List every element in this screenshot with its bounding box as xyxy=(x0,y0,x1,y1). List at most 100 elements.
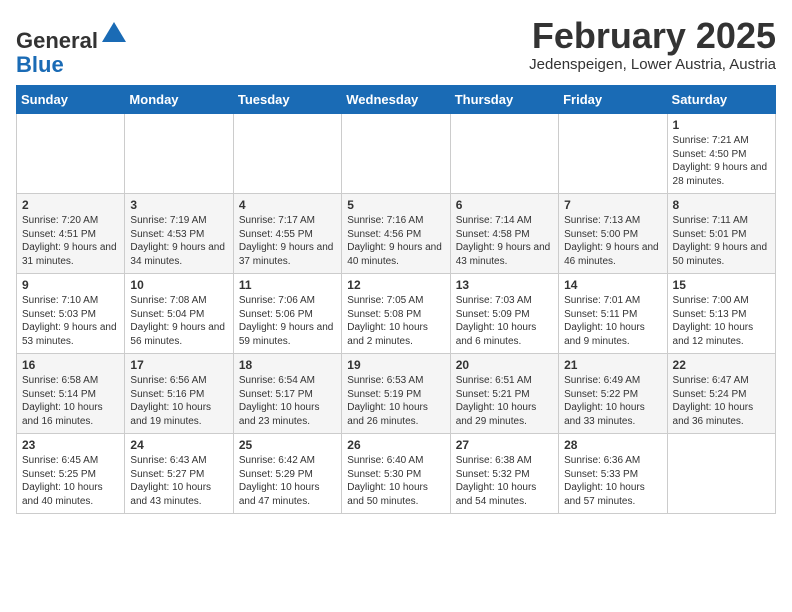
day-number: 2 xyxy=(22,198,119,212)
weekday-header-tuesday: Tuesday xyxy=(233,86,341,114)
day-number: 16 xyxy=(22,358,119,372)
day-number: 4 xyxy=(239,198,336,212)
day-info: Sunrise: 7:08 AM Sunset: 5:04 PM Dayligh… xyxy=(130,294,227,348)
day-info: Sunrise: 7:05 AM Sunset: 5:08 PM Dayligh… xyxy=(347,294,444,348)
day-number: 12 xyxy=(347,278,444,292)
calendar-cell: 16 Sunrise: 6:58 AM Sunset: 5:14 PM Dayli… xyxy=(17,354,125,434)
day-number: 6 xyxy=(456,198,553,212)
calendar-cell: 8Sunrise: 7:11 AM Sunset: 5:01 PM Daylig… xyxy=(667,194,775,274)
day-number: 21 xyxy=(564,358,661,372)
calendar-cell: 3Sunrise: 7:19 AM Sunset: 4:53 PM Daylig… xyxy=(125,194,233,274)
day-info: Sunrise: 7:06 AM Sunset: 5:06 PM Dayligh… xyxy=(239,294,336,348)
calendar-cell: 23Sunrise: 6:45 AM Sunset: 5:25 PM Dayli… xyxy=(17,434,125,514)
calendar-cell: 22 Sunrise: 6:47 AM Sunset: 5:24 PM Dayli… xyxy=(667,354,775,434)
day-number: 13 xyxy=(456,278,553,292)
day-info: Sunrise: 6:42 AM Sunset: 5:29 PM Dayligh… xyxy=(239,454,336,508)
calendar-cell xyxy=(559,114,667,194)
day-number: 28 xyxy=(564,438,661,452)
title-section: February 2025 Jedenspeigen, Lower Austri… xyxy=(529,16,776,73)
calendar-cell: 28 Sunrise: 6:36 AM Sunset: 5:33 PM Dayli… xyxy=(559,434,667,514)
week-row-3: 9Sunrise: 7:10 AM Sunset: 5:03 PM Daylig… xyxy=(17,274,776,354)
day-info: Sunrise: 7:13 AM Sunset: 5:00 PM Dayligh… xyxy=(564,214,661,268)
week-row-5: 23Sunrise: 6:45 AM Sunset: 5:25 PM Dayli… xyxy=(17,434,776,514)
calendar-cell xyxy=(233,114,341,194)
day-info: Sunrise: 7:21 AM Sunset: 4:50 PM Dayligh… xyxy=(673,134,770,188)
calendar-cell: 17 Sunrise: 6:56 AM Sunset: 5:16 PM Dayli… xyxy=(125,354,233,434)
day-info: Sunrise: 7:14 AM Sunset: 4:58 PM Dayligh… xyxy=(456,214,553,268)
calendar-cell: 26 Sunrise: 6:40 AM Sunset: 5:30 PM Dayli… xyxy=(342,434,450,514)
day-number: 25 xyxy=(239,438,336,452)
calendar-cell: 2 Sunrise: 7:20 AM Sunset: 4:51 PM Daylig… xyxy=(17,194,125,274)
weekday-header-friday: Friday xyxy=(559,86,667,114)
calendar-cell xyxy=(17,114,125,194)
day-number: 8 xyxy=(673,198,770,212)
calendar-cell xyxy=(450,114,558,194)
calendar-cell: 5 Sunrise: 7:16 AM Sunset: 4:56 PM Daylig… xyxy=(342,194,450,274)
day-number: 24 xyxy=(130,438,227,452)
calendar-cell: 11 Sunrise: 7:06 AM Sunset: 5:06 PM Dayli… xyxy=(233,274,341,354)
day-number: 22 xyxy=(673,358,770,372)
day-number: 17 xyxy=(130,358,227,372)
weekday-header-monday: Monday xyxy=(125,86,233,114)
calendar-cell: 13 Sunrise: 7:03 AM Sunset: 5:09 PM Dayli… xyxy=(450,274,558,354)
calendar-table: SundayMondayTuesdayWednesdayThursdayFrid… xyxy=(16,85,776,514)
logo-blue-text: Blue xyxy=(16,52,64,77)
day-number: 9 xyxy=(22,278,119,292)
calendar-cell: 27 Sunrise: 6:38 AM Sunset: 5:32 PM Dayli… xyxy=(450,434,558,514)
calendar-cell: 25 Sunrise: 6:42 AM Sunset: 5:29 PM Dayli… xyxy=(233,434,341,514)
day-number: 20 xyxy=(456,358,553,372)
day-info: Sunrise: 7:20 AM Sunset: 4:51 PM Dayligh… xyxy=(22,214,119,268)
day-info: Sunrise: 6:38 AM Sunset: 5:32 PM Dayligh… xyxy=(456,454,553,508)
day-info: Sunrise: 7:16 AM Sunset: 4:56 PM Dayligh… xyxy=(347,214,444,268)
week-row-2: 2 Sunrise: 7:20 AM Sunset: 4:51 PM Daylig… xyxy=(17,194,776,274)
day-number: 26 xyxy=(347,438,444,452)
weekday-header-sunday: Sunday xyxy=(17,86,125,114)
day-number: 10 xyxy=(130,278,227,292)
calendar-cell: 12 Sunrise: 7:05 AM Sunset: 5:08 PM Dayli… xyxy=(342,274,450,354)
day-info: Sunrise: 6:47 AM Sunset: 5:24 PM Dayligh… xyxy=(673,374,770,428)
weekday-header-thursday: Thursday xyxy=(450,86,558,114)
day-number: 23 xyxy=(22,438,119,452)
calendar-cell: 10 Sunrise: 7:08 AM Sunset: 5:04 PM Dayli… xyxy=(125,274,233,354)
calendar-cell: 19 Sunrise: 6:53 AM Sunset: 5:19 PM Dayli… xyxy=(342,354,450,434)
day-number: 18 xyxy=(239,358,336,372)
day-number: 15 xyxy=(673,278,770,292)
day-info: Sunrise: 6:56 AM Sunset: 5:16 PM Dayligh… xyxy=(130,374,227,428)
calendar-cell: 7 Sunrise: 7:13 AM Sunset: 5:00 PM Daylig… xyxy=(559,194,667,274)
day-number: 3 xyxy=(130,198,227,212)
day-info: Sunrise: 6:49 AM Sunset: 5:22 PM Dayligh… xyxy=(564,374,661,428)
day-info: Sunrise: 6:58 AM Sunset: 5:14 PM Dayligh… xyxy=(22,374,119,428)
day-info: Sunrise: 6:51 AM Sunset: 5:21 PM Dayligh… xyxy=(456,374,553,428)
calendar-cell: 18Sunrise: 6:54 AM Sunset: 5:17 PM Dayli… xyxy=(233,354,341,434)
day-number: 27 xyxy=(456,438,553,452)
month-title: February 2025 xyxy=(529,16,776,56)
day-number: 14 xyxy=(564,278,661,292)
day-number: 5 xyxy=(347,198,444,212)
day-info: Sunrise: 6:36 AM Sunset: 5:33 PM Dayligh… xyxy=(564,454,661,508)
day-info: Sunrise: 6:40 AM Sunset: 5:30 PM Dayligh… xyxy=(347,454,444,508)
weekday-header-row: SundayMondayTuesdayWednesdayThursdayFrid… xyxy=(17,86,776,114)
weekday-header-wednesday: Wednesday xyxy=(342,86,450,114)
calendar-cell: 1Sunrise: 7:21 AM Sunset: 4:50 PM Daylig… xyxy=(667,114,775,194)
calendar-cell: 6 Sunrise: 7:14 AM Sunset: 4:58 PM Daylig… xyxy=(450,194,558,274)
weekday-header-saturday: Saturday xyxy=(667,86,775,114)
logo-general-text: General xyxy=(16,28,98,53)
calendar-cell: 9Sunrise: 7:10 AM Sunset: 5:03 PM Daylig… xyxy=(17,274,125,354)
calendar-cell: 20 Sunrise: 6:51 AM Sunset: 5:21 PM Dayli… xyxy=(450,354,558,434)
page-header: General Blue February 2025 Jedenspeigen,… xyxy=(16,16,776,77)
day-info: Sunrise: 7:01 AM Sunset: 5:11 PM Dayligh… xyxy=(564,294,661,348)
week-row-4: 16 Sunrise: 6:58 AM Sunset: 5:14 PM Dayli… xyxy=(17,354,776,434)
day-info: Sunrise: 7:00 AM Sunset: 5:13 PM Dayligh… xyxy=(673,294,770,348)
day-info: Sunrise: 7:03 AM Sunset: 5:09 PM Dayligh… xyxy=(456,294,553,348)
calendar-cell: 14 Sunrise: 7:01 AM Sunset: 5:11 PM Dayli… xyxy=(559,274,667,354)
day-info: Sunrise: 6:53 AM Sunset: 5:19 PM Dayligh… xyxy=(347,374,444,428)
day-number: 7 xyxy=(564,198,661,212)
day-number: 19 xyxy=(347,358,444,372)
week-row-1: 1Sunrise: 7:21 AM Sunset: 4:50 PM Daylig… xyxy=(17,114,776,194)
calendar-cell: 24Sunrise: 6:43 AM Sunset: 5:27 PM Dayli… xyxy=(125,434,233,514)
calendar-cell: 21 Sunrise: 6:49 AM Sunset: 5:22 PM Dayli… xyxy=(559,354,667,434)
day-info: Sunrise: 7:17 AM Sunset: 4:55 PM Dayligh… xyxy=(239,214,336,268)
calendar-cell: 4 Sunrise: 7:17 AM Sunset: 4:55 PM Daylig… xyxy=(233,194,341,274)
logo-icon xyxy=(100,20,128,48)
day-number: 11 xyxy=(239,278,336,292)
